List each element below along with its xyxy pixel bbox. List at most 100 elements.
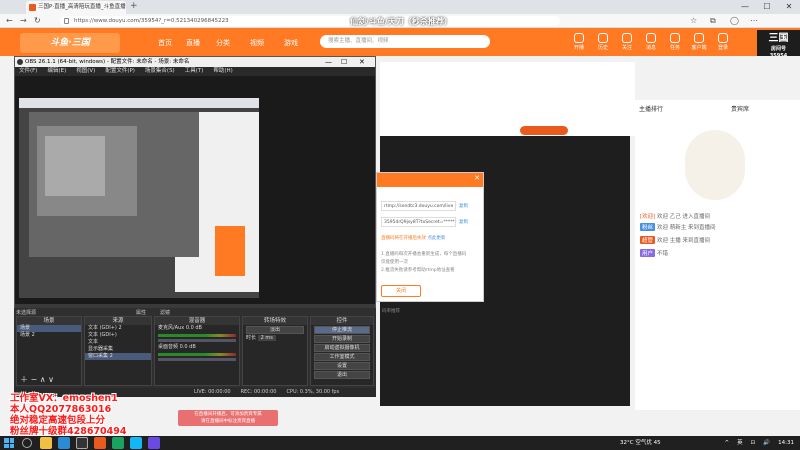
copy-server-button[interactable]: 复制 [459,203,468,209]
header-icon-login[interactable]: 登录 [712,33,734,51]
source-item[interactable]: 文本 (GDI+) [85,332,151,339]
source-item[interactable]: 显示器采集 [85,346,151,353]
source-item[interactable]: 窗口采集 2 [85,353,151,360]
transitions-dock: 转场特效 淡出 时长 2 ms [242,316,308,386]
weather-widget[interactable]: 32°C 空气优 45 [620,436,661,450]
favorites-icon[interactable]: ☆ [690,16,697,25]
controls-dock: 控件 停止推流 开始录制 启动虚拟摄像机 工作室模式 设置 退出 [310,316,374,386]
obs-taskbar-icon[interactable] [76,437,88,449]
transition-select[interactable]: 淡出 [246,326,304,334]
minimize-icon[interactable]: — [734,0,756,14]
stream-key-field[interactable]: 35954rQ9jsy8T?txSecret=******* [381,217,456,227]
clock[interactable]: 14:31 [778,436,794,450]
menu-edit[interactable]: 编辑(E) [47,67,66,76]
network-icon[interactable]: ⊡ [751,436,756,450]
obs-minimize-icon[interactable]: — [325,57,332,67]
source-item[interactable]: 文本 (GDI+) 2 [85,325,151,332]
dialog-close-icon[interactable]: ✕ [474,174,480,182]
edge-icon[interactable] [58,437,70,449]
studio-mode-button[interactable]: 工作室模式 [314,353,370,361]
mixer-dock: 混音器 麦克风/Aux 0.0 dB 桌面音频 0.0 dB [154,316,240,386]
maximize-icon[interactable]: ☐ [756,0,778,14]
nav-live[interactable]: 直播 [186,38,200,48]
url-text: https://www.douyu.com/35954?_r=0.5213402… [74,18,229,24]
windows-start-icon[interactable] [4,438,14,448]
menu-profile[interactable]: 配置文件(P) [105,67,135,76]
nav-video[interactable]: 视频 [250,38,264,48]
volume-icon[interactable]: 🔊 [763,436,770,450]
profile-icon[interactable]: ◯ [730,16,739,25]
menu-tools[interactable]: 工具(T) [185,67,204,76]
fans-label[interactable]: 贵宾席 [731,104,749,113]
refresh-icon[interactable]: ↻ [34,16,41,25]
douyu-logo[interactable]: 斗鱼·三国 [20,33,120,53]
virtual-camera-button[interactable]: 启动虚拟摄像机 [314,344,370,352]
system-tray: ^ 英 ⊡ 🔊 14:31 [725,436,794,450]
header-icon-message[interactable]: 消息 [640,33,662,51]
exit-button[interactable]: 退出 [314,371,370,379]
volume-slider[interactable] [158,358,236,361]
audio-meter [158,353,236,356]
source-item[interactable]: 文本 [85,339,151,346]
douyu-search-input[interactable]: 搜索主播、直播间、视频 [320,35,490,48]
properties-button[interactable]: 属性 [136,309,146,316]
obs-maximize-icon[interactable]: ☐ [341,57,347,67]
mixer-channel-name: 桌面音频 0.0 dB [158,344,196,350]
collections-icon[interactable]: ⧉ [710,16,716,26]
refresh-key-link[interactable]: 点此更新 [427,236,445,241]
close-icon[interactable]: ✕ [778,0,800,14]
volume-slider[interactable] [158,339,236,342]
obs-menu-bar: 文件(F) 编辑(E) 视图(V) 配置文件(P) 场景集合(S) 工具(T) … [15,67,375,76]
search-icon[interactable] [22,438,32,448]
filters-button[interactable]: 滤镜 [160,309,170,316]
browser-tab[interactable]: 三国P·直播_高清陪玩直播_斗鱼直播 [26,1,126,14]
file-explorer-icon[interactable] [40,437,52,449]
menu-file[interactable]: 文件(F) [19,67,37,76]
back-icon[interactable]: ← [6,16,13,25]
ime-indicator[interactable]: 英 [737,436,743,450]
header-icon-history[interactable]: 历史 [592,33,614,51]
mixer-title: 混音器 [155,317,239,325]
header-icon-client[interactable]: 客户端 [688,33,710,51]
cpu-status: CPU: 0.3%, 30.00 fps [286,389,340,395]
header-icon-follow[interactable]: 关注 [616,33,638,51]
new-tab-button[interactable]: + [130,1,138,11]
stop-streaming-button[interactable]: 停止推流 [314,326,370,334]
settings-button[interactable]: 设置 [314,362,370,370]
forward-icon[interactable]: → [20,16,27,25]
follow-button[interactable] [520,126,568,135]
nav-category[interactable]: 分类 [216,38,230,48]
menu-help[interactable]: 帮助(H) [213,67,232,76]
copy-key-button[interactable]: 复制 [459,219,468,225]
nav-home[interactable]: 首页 [158,38,172,48]
nav-game[interactable]: 游戏 [284,38,298,48]
history-icon [598,33,608,43]
duration-input[interactable]: 2 ms [257,335,276,341]
obs-close-icon[interactable]: ✕ [359,57,365,67]
scene-add-remove-icon[interactable]: ＋ − ∧ ∨ [17,376,54,384]
dialog-close-button[interactable]: 关闭 [381,285,421,297]
header-icon-task[interactable]: 任务 [664,33,686,51]
start-recording-button[interactable]: 开始录制 [314,335,370,343]
rank-label[interactable]: 主播排行 [639,104,663,113]
menu-view[interactable]: 视图(V) [76,67,95,76]
more-icon[interactable]: ⋯ [750,16,758,25]
window-controls: — ☐ ✕ [734,0,800,14]
app-taskbar-icon[interactable] [148,437,160,449]
empty-rank-mascot [685,130,745,200]
obs-preview-canvas[interactable] [15,76,375,304]
server-url-field[interactable]: rtmp://sendtc3.douyu.com/live [381,201,456,211]
douyu-favicon-icon [29,4,36,11]
douyu-taskbar-icon[interactable] [94,437,106,449]
scene-item[interactable]: 场景 [17,325,81,332]
header-icon-start[interactable]: 开播 [568,33,590,51]
key-warning: 直播码将在开播后失效 点此更新 [381,236,446,241]
wechat-taskbar-icon[interactable] [112,437,124,449]
sources-dock: 来源 文本 (GDI+) 2 文本 (GDI+) 文本 显示器采集 窗口采集 2 [84,316,152,386]
tray-expand-icon[interactable]: ^ [725,436,730,450]
menu-scene-collection[interactable]: 场景集合(S) [145,67,175,76]
url-input[interactable]: https://www.douyu.com/35954?_r=0.5213402… [60,16,560,26]
dialog-note: 2.推流失败请参考帮助rtmp地址查看 [381,268,455,273]
qq-taskbar-icon[interactable] [130,437,142,449]
scene-item[interactable]: 场景 2 [17,332,81,339]
